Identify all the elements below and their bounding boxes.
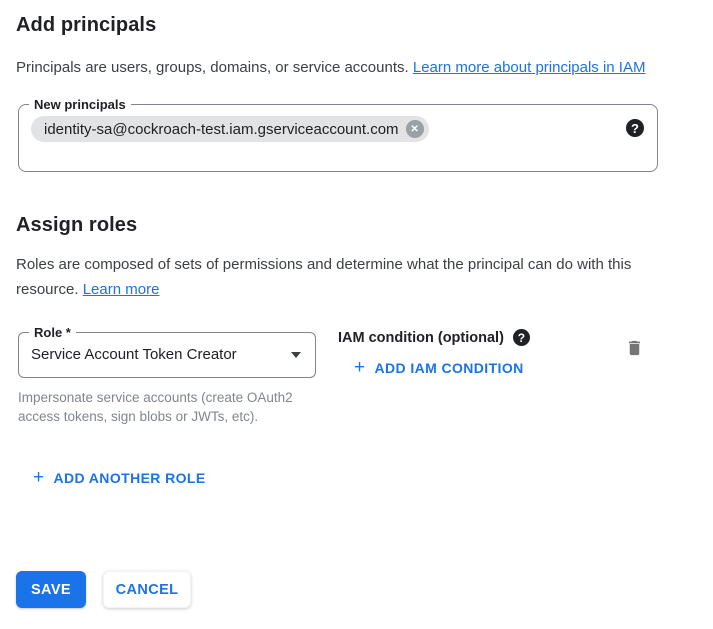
plus-icon: +	[354, 360, 366, 376]
add-iam-condition-label: ADD IAM CONDITION	[375, 360, 524, 376]
role-label: Role *	[29, 324, 76, 341]
iam-condition-help-icon[interactable]: ?	[513, 329, 530, 346]
principal-chip: identity-sa@cockroach-test.iam.gservicea…	[31, 116, 429, 142]
new-principals-field[interactable]: New principals identity-sa@cockroach-tes…	[18, 104, 658, 172]
principals-intro-text: Principals are users, groups, domains, o…	[16, 59, 409, 76]
iam-condition-column: IAM condition (optional) ? + ADD IAM CON…	[338, 326, 623, 380]
principals-intro: Principals are users, groups, domains, o…	[16, 55, 658, 80]
footer-actions: SAVE CANCEL	[16, 571, 191, 608]
role-row: Role * Service Account Token Creator Imp…	[16, 326, 658, 426]
add-another-role-button[interactable]: + ADD ANOTHER ROLE	[25, 466, 214, 490]
trash-icon	[625, 338, 644, 358]
assign-roles-intro: Roles are composed of sets of permission…	[16, 252, 658, 302]
learn-more-roles-link[interactable]: Learn more	[83, 281, 160, 298]
delete-role-button[interactable]	[623, 336, 646, 363]
chip-remove-icon[interactable]: ✕	[406, 120, 424, 138]
new-principals-label: New principals	[29, 96, 131, 113]
iam-condition-label: IAM condition (optional)	[338, 330, 504, 346]
add-another-role-label: ADD ANOTHER ROLE	[54, 470, 206, 486]
new-principals-help-icon[interactable]: ?	[626, 119, 644, 137]
principal-chip-text: identity-sa@cockroach-test.iam.gservicea…	[44, 121, 399, 138]
role-selected-value: Service Account Token Creator	[31, 346, 237, 363]
add-iam-condition-button[interactable]: + ADD IAM CONDITION	[346, 356, 532, 380]
iam-condition-label-row: IAM condition (optional) ?	[338, 329, 623, 346]
plus-icon: +	[33, 470, 45, 486]
save-button[interactable]: SAVE	[16, 571, 86, 608]
add-principals-title: Add principals	[16, 14, 658, 37]
learn-more-principals-link[interactable]: Learn more about principals in IAM	[413, 59, 646, 76]
dropdown-arrow-icon	[291, 352, 301, 358]
role-select[interactable]: Role * Service Account Token Creator	[18, 332, 316, 378]
role-description: Impersonate service accounts (create OAu…	[18, 388, 308, 426]
assign-roles-title: Assign roles	[16, 214, 658, 237]
cancel-button[interactable]: CANCEL	[103, 571, 191, 608]
role-column: Role * Service Account Token Creator Imp…	[18, 326, 316, 426]
